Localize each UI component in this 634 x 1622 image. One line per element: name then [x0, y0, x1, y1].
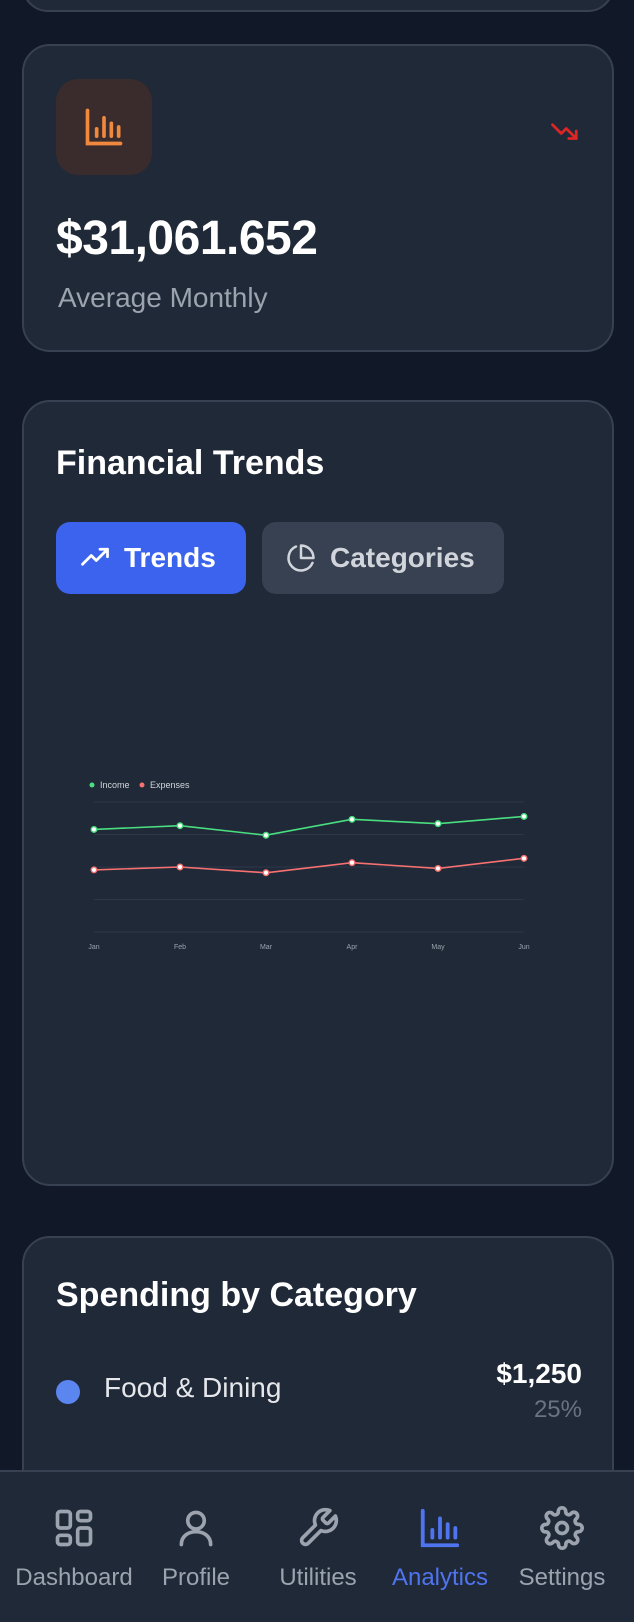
gear-icon: [540, 1506, 584, 1550]
bar-chart-icon: [85, 108, 123, 146]
data-point: [520, 854, 528, 862]
bottom-nav: Dashboard Profile Utilities Analytics Se…: [0, 1470, 634, 1622]
legend-swatch: [89, 782, 95, 788]
stat-icon-container: [56, 79, 152, 175]
category-amount: $1,250: [496, 1358, 582, 1389]
data-point: [262, 831, 270, 839]
nav-label: Profile: [161, 1564, 231, 1591]
x-tick-label: Feb: [174, 944, 186, 951]
category-color-dot: [56, 1380, 80, 1404]
trend-line-chart: Income Expenses Jan Feb Mar Apr May Jun: [88, 780, 529, 951]
data-point: [176, 863, 184, 871]
x-tick-label: Apr: [347, 944, 359, 951]
nav-utilities[interactable]: Utilities: [255, 1472, 381, 1622]
data-point: [520, 812, 528, 820]
analytics-screen: $31,061.652 Average Monthly Financial Tr…: [0, 0, 634, 1622]
legend-label: Expenses: [150, 780, 190, 790]
nav-label: Utilities: [279, 1564, 357, 1591]
nav-label: Dashboard: [15, 1564, 133, 1591]
previous-card: [22, 0, 614, 12]
data-point: [434, 820, 442, 828]
nav-label: Analytics: [391, 1564, 489, 1591]
category-row[interactable]: Food & Dining $1,250 25%: [56, 1358, 582, 1428]
stat-label: Average Monthly: [58, 282, 268, 313]
data-point: [176, 822, 184, 830]
data-point: [262, 869, 270, 877]
trending-down-icon: [551, 123, 578, 140]
nav-label: Settings: [518, 1564, 606, 1591]
wrench-icon: [299, 1507, 339, 1547]
x-tick-label: May: [431, 944, 445, 951]
x-tick-label: Mar: [260, 944, 273, 951]
bar-chart-icon: [420, 1508, 460, 1548]
category-name: Food & Dining: [104, 1372, 282, 1403]
nav-dashboard[interactable]: Dashboard: [11, 1472, 137, 1622]
series-line: [93, 857, 525, 874]
x-tick-label: Jan: [88, 944, 99, 951]
category-percent: 25%: [533, 1396, 582, 1423]
data-point: [90, 825, 98, 833]
data-point: [434, 864, 442, 872]
series-line: [93, 815, 525, 837]
dashboard-icon: [55, 1509, 93, 1547]
user-icon: [179, 1510, 213, 1547]
nav-analytics[interactable]: Analytics: [377, 1472, 503, 1622]
legend-swatch: [139, 782, 145, 788]
nav-profile[interactable]: Profile: [133, 1472, 259, 1622]
legend-label: Income: [100, 780, 130, 790]
data-point: [90, 866, 98, 874]
data-point: [348, 859, 356, 867]
section-title: Spending by Category: [56, 1276, 417, 1314]
stat-value: $31,061.652: [56, 212, 318, 265]
x-tick-label: Jun: [518, 944, 529, 951]
average-monthly-card[interactable]: $31,061.652 Average Monthly: [22, 44, 614, 352]
data-point: [348, 815, 356, 823]
nav-settings[interactable]: Settings: [499, 1472, 625, 1622]
financial-trends-card: Financial Trends Trends Categories Incom…: [22, 400, 614, 1186]
